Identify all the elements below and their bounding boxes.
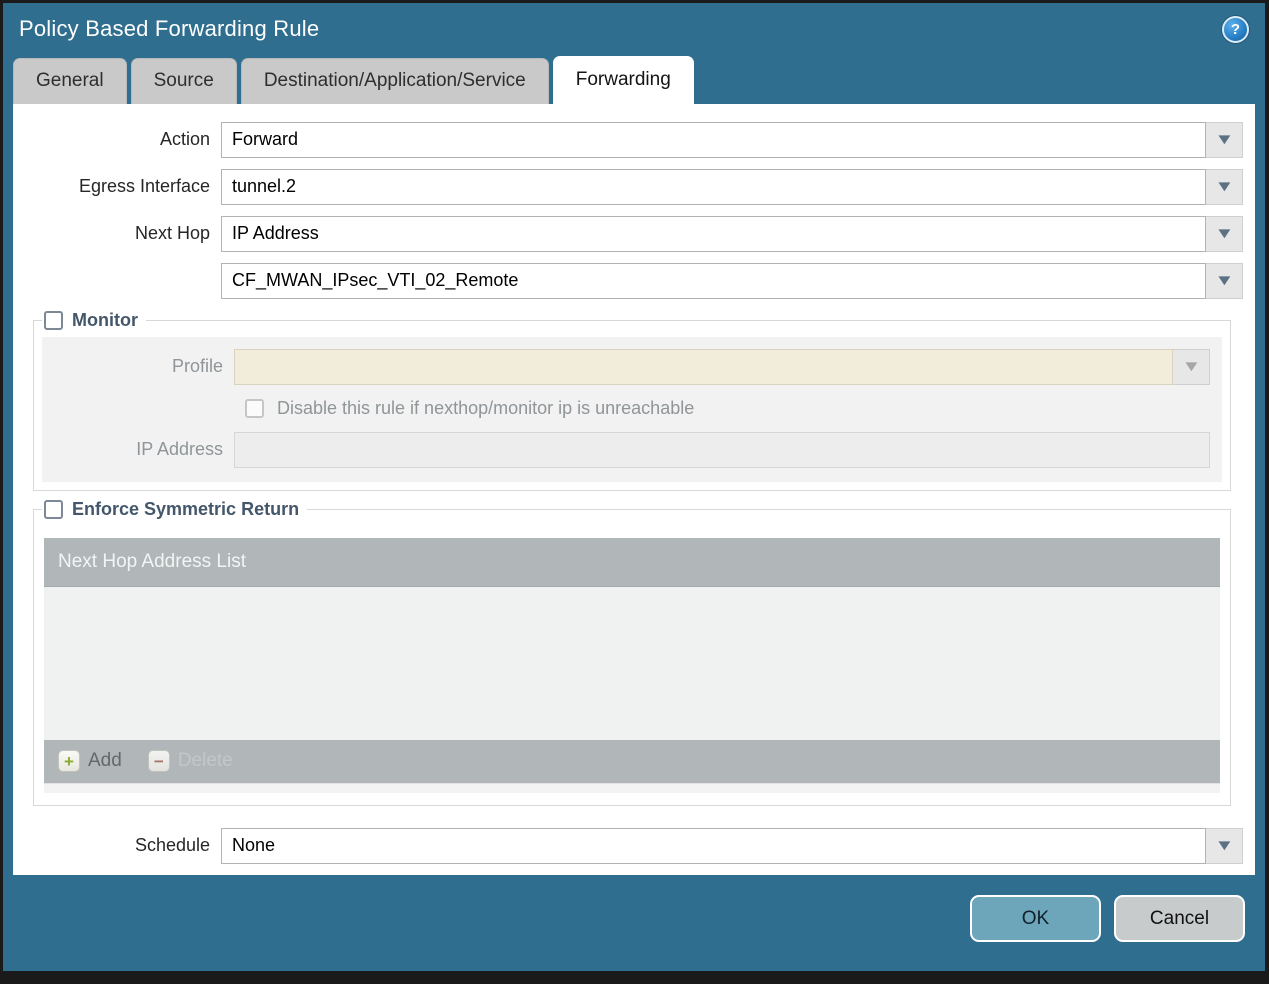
dialog-footer: OK Cancel	[3, 875, 1265, 971]
symmetric-return-checkbox[interactable]	[44, 499, 63, 519]
ok-button[interactable]: OK	[970, 895, 1101, 943]
tab-bar: General Source Destination/Application/S…	[3, 55, 1265, 104]
disable-rule-row: Disable this rule if nexthop/monitor ip …	[245, 398, 1218, 419]
egress-interface-dropdown-button[interactable]: ▼	[1206, 168, 1243, 205]
chevron-down-icon: ▼	[1180, 358, 1202, 376]
add-icon: +	[58, 750, 80, 773]
chevron-down-icon: ▼	[1213, 178, 1235, 196]
next-hop-address-input[interactable]	[221, 262, 1206, 299]
chevron-down-icon: ▼	[1213, 131, 1235, 149]
next-hop-address-row: ▼	[13, 262, 1243, 299]
grid-header[interactable]: Next Hop Address List	[44, 537, 1220, 587]
symmetric-return-legend-label: Enforce Symmetric Return	[72, 498, 300, 519]
chevron-down-icon: ▼	[1213, 225, 1235, 243]
add-button[interactable]: + Add	[58, 750, 122, 773]
disable-rule-label: Disable this rule if nexthop/monitor ip …	[277, 397, 695, 418]
disable-rule-checkbox	[245, 398, 264, 418]
next-hop-row: Next Hop ▼	[13, 215, 1243, 252]
monitor-legend-label: Monitor	[72, 309, 138, 330]
profile-input	[234, 348, 1173, 385]
monitor-checkbox[interactable]	[44, 310, 63, 330]
next-hop-type-input[interactable]	[221, 215, 1206, 252]
policy-based-forwarding-dialog: Policy Based Forwarding Rule ? General S…	[0, 0, 1269, 984]
grid-header-label: Next Hop Address List	[58, 550, 246, 572]
action-row: Action ▼	[13, 121, 1243, 158]
monitor-ip-address-row: IP Address	[42, 431, 1218, 468]
grid-footer: + Add − Delete	[44, 739, 1220, 783]
chevron-down-icon: ▼	[1213, 272, 1235, 290]
cancel-button[interactable]: Cancel	[1114, 895, 1245, 943]
monitor-legend: Monitor	[42, 310, 146, 331]
grid-body[interactable]	[44, 586, 1220, 740]
egress-interface-label: Egress Interface	[78, 176, 210, 197]
schedule-input[interactable]	[221, 827, 1206, 864]
grid-scrollbar[interactable]	[44, 782, 1220, 793]
title-bar: Policy Based Forwarding Rule ?	[3, 3, 1265, 56]
next-hop-address-list-grid: Next Hop Address List + Add − Delete	[44, 537, 1220, 793]
tab-forwarding[interactable]: Forwarding	[552, 55, 694, 104]
profile-row: Profile ▼	[42, 348, 1218, 385]
symmetric-return-fieldset: Enforce Symmetric Return Next Hop Addres…	[33, 498, 1231, 806]
monitor-fieldset: Monitor Profile ▼ Disable this rule if n…	[33, 309, 1231, 491]
action-input[interactable]	[221, 121, 1206, 158]
symmetric-return-legend: Enforce Symmetric Return	[42, 499, 307, 520]
add-button-label: Add	[88, 750, 122, 772]
next-hop-address-dropdown-button[interactable]: ▼	[1206, 262, 1243, 299]
tab-general[interactable]: General	[13, 57, 127, 104]
dialog-title: Policy Based Forwarding Rule	[19, 16, 320, 42]
tab-source[interactable]: Source	[130, 57, 237, 104]
schedule-row: Schedule ▼	[13, 827, 1243, 864]
monitor-panel: Profile ▼ Disable this rule if nexthop/m…	[42, 336, 1222, 482]
forwarding-tab-content: Action ▼ Egress Interface ▼ Next Hop	[13, 103, 1255, 875]
action-dropdown-button[interactable]: ▼	[1206, 121, 1243, 158]
schedule-label: Schedule	[134, 835, 210, 856]
schedule-dropdown-button[interactable]: ▼	[1206, 827, 1243, 864]
profile-dropdown-button: ▼	[1173, 348, 1210, 385]
egress-interface-row: Egress Interface ▼	[13, 168, 1243, 205]
action-label: Action	[159, 129, 210, 150]
egress-interface-input[interactable]	[221, 168, 1206, 205]
tab-destination-application-service[interactable]: Destination/Application/Service	[240, 57, 549, 104]
chevron-down-icon: ▼	[1213, 837, 1235, 855]
monitor-ip-address-label: IP Address	[136, 439, 223, 460]
next-hop-dropdown-button[interactable]: ▼	[1206, 215, 1243, 252]
delete-button: − Delete	[147, 750, 233, 773]
next-hop-label: Next Hop	[134, 223, 210, 244]
delete-icon: −	[147, 750, 170, 773]
help-icon[interactable]: ?	[1222, 15, 1249, 43]
delete-button-label: Delete	[177, 750, 233, 772]
monitor-ip-address-input	[234, 431, 1210, 468]
profile-label: Profile	[171, 356, 223, 377]
